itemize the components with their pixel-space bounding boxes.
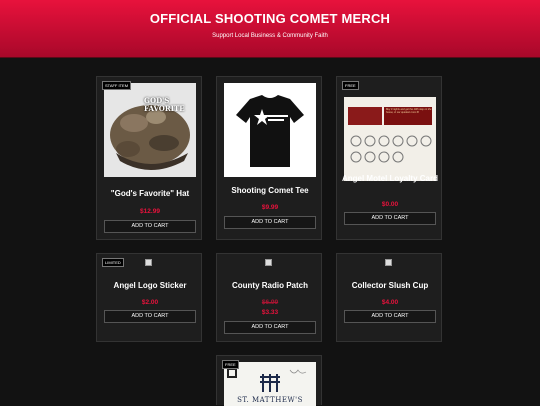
page-title: OFFICIAL SHOOTING COMET MERCH <box>149 11 391 26</box>
add-to-cart-button[interactable]: ADD TO CART <box>104 310 196 323</box>
product-card-slush-cup[interactable]: Collector Slush Cup $4.00 ADD TO CART <box>336 253 442 342</box>
product-price: $3.33 <box>261 309 279 316</box>
product-image-tee[interactable] <box>224 83 316 177</box>
product-card-patch[interactable]: County Radio Patch $6.99 $3.33 ADD TO CA… <box>216 253 322 342</box>
badge-free: FREE <box>222 360 239 369</box>
church-name-text: ST. MATTHEW'S <box>237 396 303 404</box>
broken-image-icon <box>385 259 392 266</box>
product-title: Shooting Comet Tee <box>231 186 309 195</box>
product-image-loyalty-card[interactable]: Buy 9 nights and get the 10th stay on th… <box>344 97 436 181</box>
broken-image-icon <box>265 259 272 266</box>
product-card-st-matthews[interactable]: ST. MATTHEW'S FREE <box>216 355 322 406</box>
product-price: $4.00 <box>381 299 399 306</box>
broken-image-icon <box>145 259 152 266</box>
tshirt-image <box>224 83 316 177</box>
hat-embroidery-text: GOD'S FAVORITE <box>144 96 185 113</box>
badge-staff-item: STAFF ITEM <box>102 81 132 90</box>
product-card-loyalty[interactable]: Buy 9 nights and get the 10th stay on th… <box>336 76 442 240</box>
product-old-price: $6.99 <box>261 299 279 306</box>
product-title: Angel Motel Loyalty Card <box>341 174 438 183</box>
product-image-hat[interactable]: GOD'S FAVORITE <box>104 83 196 177</box>
add-to-cart-button[interactable]: ADD TO CART <box>344 310 436 323</box>
site-header: OFFICIAL SHOOTING COMET MERCH Support Lo… <box>0 0 540 58</box>
product-card-sticker[interactable]: LIMITED Angel Logo Sticker $2.00 ADD TO … <box>96 253 202 342</box>
loyalty-card-text: Buy 9 nights and get the 10th stay on th… <box>386 108 432 114</box>
product-title: County Radio Patch <box>231 281 308 290</box>
product-price: $12.99 <box>140 208 160 215</box>
product-card-tee[interactable]: Shooting Comet Tee $9.99 ADD TO CART <box>216 76 322 240</box>
add-to-cart-button[interactable]: ADD TO CART <box>224 216 316 229</box>
product-price: $9.99 <box>261 204 279 211</box>
page-subtitle: Support Local Business & Community Faith <box>212 33 328 39</box>
badge-free: FREE <box>342 81 359 90</box>
product-card-hat[interactable]: GOD'S FAVORITE STAFF ITEM "God's Favorit… <box>96 76 202 240</box>
product-title: Angel Logo Sticker <box>113 281 187 290</box>
add-to-cart-button[interactable]: ADD TO CART <box>344 212 436 225</box>
product-price: $2.00 <box>141 299 159 306</box>
add-to-cart-button[interactable]: ADD TO CART <box>104 220 196 233</box>
badge-limited: LIMITED <box>102 258 124 267</box>
product-title: Collector Slush Cup <box>351 281 429 290</box>
add-to-cart-button[interactable]: ADD TO CART <box>224 321 316 334</box>
product-title: "God's Favorite" Hat <box>110 189 190 198</box>
product-price: $0.00 <box>381 201 399 208</box>
